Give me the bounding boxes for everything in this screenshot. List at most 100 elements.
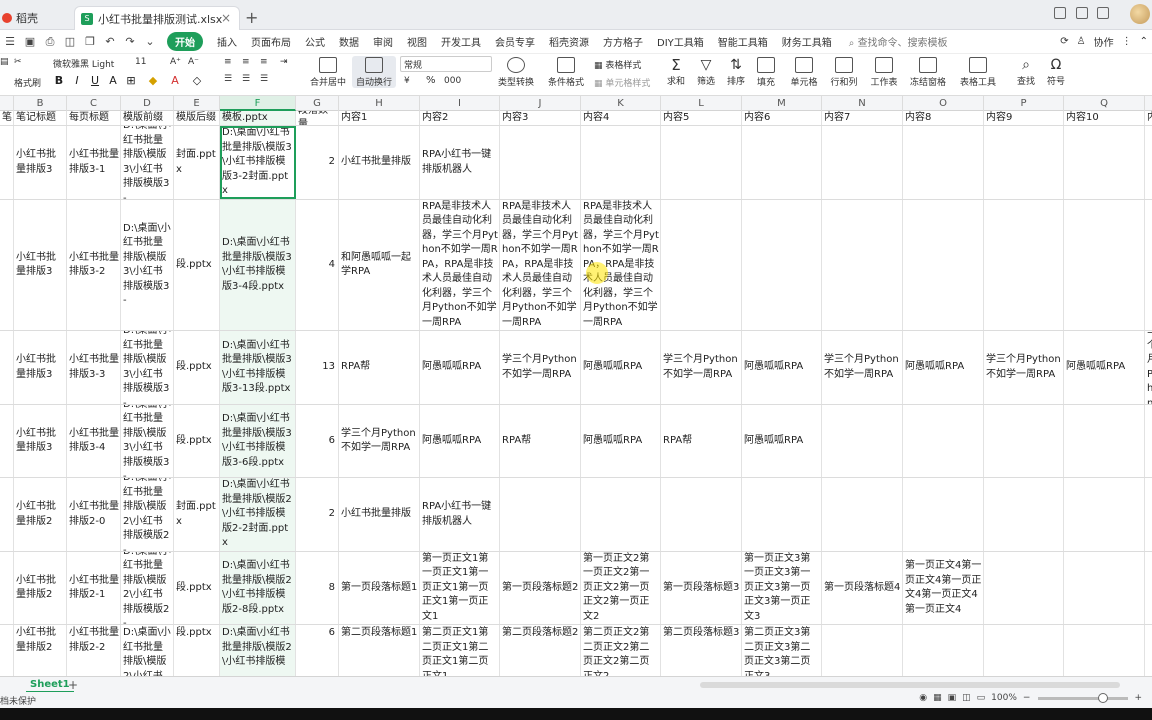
column-header[interactable]: P (984, 96, 1064, 111)
table-cell[interactable]: 第二页段落标题2 (500, 625, 581, 676)
font-name-select[interactable]: 微软雅黑 Light (50, 56, 134, 72)
normal-view-icon[interactable]: ▦ (933, 693, 942, 703)
worksheet-button[interactable]: 工作表 (862, 56, 906, 88)
table-cell[interactable]: 小红书批量排版3 (14, 405, 67, 477)
header-cell[interactable]: 笔记标题 (14, 111, 67, 125)
table-cell[interactable]: 第一页正文3第一页正文3第一页正文3第一页正文3第一页正文3 (742, 552, 822, 624)
table-cell[interactable]: 第一页段落标题1 (339, 552, 420, 624)
currency-icon[interactable]: ¥ (404, 76, 410, 86)
header-cell[interactable]: 内容9 (984, 111, 1064, 125)
bold-button[interactable]: B (52, 74, 66, 87)
table-cell[interactable]: D:\桌面\小红书批量排版\模版3\小红书排版模版3- (121, 126, 174, 199)
restore-icon[interactable] (1075, 7, 1088, 19)
table-cell[interactable] (903, 625, 984, 676)
table-cell[interactable]: 小红书批量排版2 (14, 625, 67, 676)
font-size-select[interactable]: 11 (132, 56, 162, 72)
align-middle-icon[interactable]: ≡ (242, 57, 250, 67)
table-cell[interactable] (0, 478, 14, 551)
indent-icon[interactable]: ⇥ (280, 57, 288, 67)
decrease-font-icon[interactable]: A⁻ (188, 57, 199, 67)
menu-icon[interactable] (1097, 7, 1109, 19)
table-cell[interactable]: 小红书批量排版2-0 (67, 478, 121, 551)
column-header[interactable]: Q (1064, 96, 1145, 111)
table-cell[interactable]: 阿愚呱呱RPA (420, 331, 500, 404)
table-cell[interactable] (500, 478, 581, 551)
header-cell[interactable]: 内容6 (742, 111, 822, 125)
collaborate-icon[interactable]: ♙ (1077, 36, 1086, 47)
table-cell[interactable]: 段.pptx (174, 625, 220, 676)
align-top-icon[interactable]: ≡ (224, 57, 232, 67)
table-cell[interactable]: 段.pptx (174, 405, 220, 477)
horizontal-scrollbar[interactable] (700, 682, 1120, 688)
table-cell[interactable] (822, 405, 903, 477)
table-cell[interactable] (1145, 625, 1152, 676)
more-icon[interactable]: ⋮ (1122, 36, 1132, 47)
zoom-out-icon[interactable]: − (1023, 693, 1031, 703)
column-header[interactable]: I (420, 96, 500, 111)
table-cell[interactable]: 阿愚呱呱RPA (581, 331, 661, 404)
cut-icon[interactable]: ✂ (14, 57, 22, 67)
table-cell[interactable]: 第一页正文4第一页正文4第一页正文4第一页正文4第一页正文4 (903, 552, 984, 624)
table-cell[interactable]: 小红书批量排版3-1 (67, 126, 121, 199)
table-cell[interactable] (1064, 126, 1145, 199)
table-cell[interactable]: 小红书批量排版 (339, 478, 420, 551)
zoom-slider-knob[interactable] (1098, 692, 1109, 703)
table-cell[interactable]: 第一页正文2第一页正文2第一页正文2第一页正文2第一页正文2 (581, 552, 661, 624)
table-cell[interactable]: 4 (296, 200, 339, 330)
spreadsheet-grid[interactable]: BCDEFGHIJKLMNOPQ 笔笔记标题 每页标题 模版前缀 模版后缀 模板.ppt… (0, 96, 1152, 676)
menu-data[interactable]: 数据 (339, 34, 359, 49)
header-cell[interactable]: 模板.pptx (220, 111, 296, 125)
table-cell[interactable]: D:\桌面\小红书批量排版\模版2\小红书排版模版2- (121, 552, 174, 624)
number-format-select[interactable]: 常规 (400, 56, 492, 72)
menu-finance-toolbox[interactable]: 财务工具箱 (782, 34, 832, 49)
paste-icon[interactable]: ▤ (0, 57, 9, 67)
menu-review[interactable]: 审阅 (373, 34, 393, 49)
table-cell[interactable]: RPA小红书一键排版机器人 (420, 126, 500, 199)
table-cell[interactable]: D:\桌面\小红书批量排版\模版3\小红书排版模版3- (121, 331, 174, 404)
table-cell[interactable] (903, 200, 984, 330)
table-cell[interactable] (0, 405, 14, 477)
table-cell[interactable] (1064, 625, 1145, 676)
column-header[interactable]: G (296, 96, 339, 111)
layout-icon[interactable] (1054, 7, 1066, 19)
increase-font-icon[interactable]: A⁺ (170, 57, 181, 67)
close-tab-icon[interactable]: × (221, 11, 231, 25)
table-cell[interactable] (661, 200, 742, 330)
table-cell[interactable]: 阿愚呱呱RPA (1064, 331, 1145, 404)
table-cell[interactable] (1064, 200, 1145, 330)
table-cell[interactable]: D:\桌面\小红书批量排版\模版2\小红书排版模版2- (121, 625, 174, 676)
table-cell[interactable] (1145, 405, 1152, 477)
sync-icon[interactable]: ⟳ (1060, 36, 1068, 47)
format-painter-button[interactable]: 格式刷 (14, 76, 41, 89)
table-cell[interactable]: 小红书批量排版2 (14, 552, 67, 624)
column-header[interactable]: N (822, 96, 903, 111)
freeze-panes-button[interactable]: 冻结窗格 (906, 56, 950, 88)
table-cell[interactable] (1064, 552, 1145, 624)
column-header[interactable]: D (121, 96, 174, 111)
header-cell[interactable]: 内容2 (420, 111, 500, 125)
page-break-view-icon[interactable]: ◫ (962, 693, 971, 703)
table-cell[interactable] (822, 126, 903, 199)
table-cell[interactable]: RPA帮 (339, 331, 420, 404)
eye-icon[interactable]: ◉ (919, 693, 927, 703)
table-cell[interactable]: 13 (296, 331, 339, 404)
cell-button[interactable]: 单元格 (782, 56, 826, 88)
table-cell[interactable]: 6 (296, 625, 339, 676)
table-cell[interactable] (984, 552, 1064, 624)
table-cell[interactable]: 小红书批量排版2-1 (67, 552, 121, 624)
table-cell[interactable] (742, 126, 822, 199)
table-cell[interactable] (822, 200, 903, 330)
table-cell[interactable] (903, 405, 984, 477)
menu-formulas[interactable]: 公式 (305, 34, 325, 49)
table-cell[interactable]: 小红书批量排版3-3 (67, 331, 121, 404)
align-center-icon[interactable]: ☰ (242, 74, 250, 84)
header-cell[interactable]: 内 (1145, 111, 1152, 125)
chevron-down-icon[interactable]: ⌄ (143, 35, 157, 49)
table-cell[interactable] (661, 126, 742, 199)
table-cell[interactable]: D:\桌面\小红书批量排版\模版3\小红书排版模版3- (121, 405, 174, 477)
percent-button[interactable]: % (426, 75, 436, 86)
fill-color-icon[interactable]: ◆ (146, 74, 160, 87)
column-header[interactable]: H (339, 96, 420, 111)
header-cell[interactable]: 内容1 (339, 111, 420, 125)
table-cell[interactable]: RPA帮 (661, 405, 742, 477)
